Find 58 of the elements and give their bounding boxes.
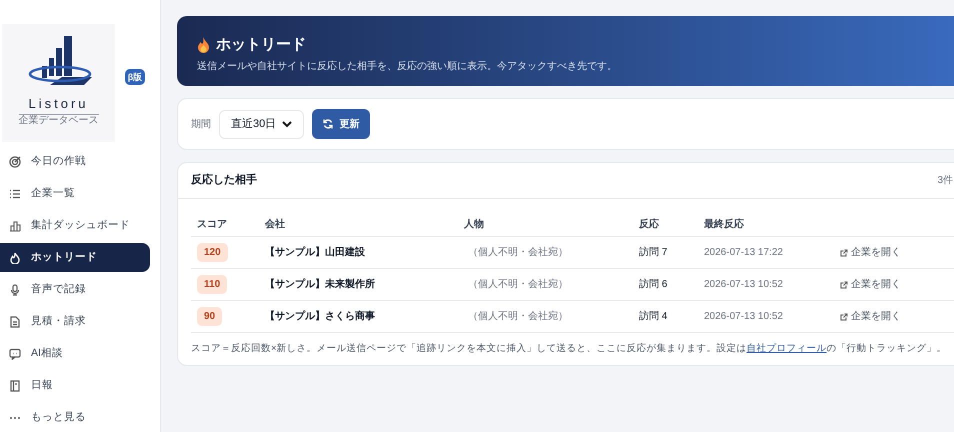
reaction-cell: 訪問 6 <box>639 279 668 290</box>
list-icon <box>9 188 21 200</box>
logo-tagline: 企業データベース <box>18 114 98 126</box>
sidebar-item[interactable]: 企業一覧 <box>0 179 150 208</box>
column-header: 会社 <box>264 218 286 232</box>
sidebar-item[interactable]: 日報 <box>0 371 150 400</box>
reaction-cell: 訪問 4 <box>639 311 668 322</box>
score-badge: 90 <box>197 307 222 326</box>
open-company-link[interactable]: 企業を開く <box>840 309 901 324</box>
result-count: 3件 <box>937 174 953 188</box>
sidebar-item[interactable]: もっと見る <box>0 403 150 432</box>
column-header: 最終反応 <box>703 217 745 232</box>
sidebar-item[interactable]: 見積・請求 <box>0 307 150 336</box>
period-select[interactable]: 直近30日 <box>219 110 304 138</box>
sidebar-item[interactable]: 今日の作戦 <box>0 147 150 176</box>
person-cell-text: （個人不明・会社宛） <box>467 247 568 258</box>
sidebar-item[interactable]: AI相談 <box>0 339 150 368</box>
company-name: 【サンプル】山田建設 <box>265 247 365 258</box>
column-header: スコア <box>196 218 228 232</box>
book-icon <box>9 380 21 392</box>
external-link-icon <box>840 312 848 320</box>
external-link-icon <box>840 280 848 288</box>
timestamp-cell: 2026-07-13 10:52 <box>704 311 783 322</box>
logo-text: Listoru <box>28 95 89 113</box>
company-name: 【サンプル】さくら商事 <box>265 311 375 322</box>
document-icon <box>9 316 21 328</box>
column-header: 反応 <box>638 217 660 232</box>
timestamp-cell: 2026-07-13 17:22 <box>704 247 783 258</box>
person-cell-text: （個人不明・会社宛） <box>467 279 568 290</box>
reaction-cell: 訪問 7 <box>639 247 668 258</box>
open-company-link[interactable]: 企業を開く <box>840 277 901 292</box>
flame-icon <box>9 252 21 264</box>
sidebar-item[interactable]: 集計ダッシュボード <box>0 211 150 240</box>
bar-chart-icon <box>9 220 21 232</box>
profile-link[interactable]: 自社プロフィール <box>746 343 827 354</box>
target-icon <box>9 156 21 168</box>
company-name: 【サンプル】未来製作所 <box>265 279 375 290</box>
microphone-icon <box>9 284 21 296</box>
external-link-icon <box>840 248 848 256</box>
timestamp-cell: 2026-07-13 10:52 <box>704 279 783 290</box>
sidebar-item[interactable]: 音声で記録 <box>0 275 150 304</box>
person-cell-text: （個人不明・会社宛） <box>467 311 568 322</box>
column-header: 人物 <box>462 218 485 232</box>
page-title: ホットリード <box>216 35 306 55</box>
footnote: スコア＝反応回数×新しさ。メール送信ページで「追跡リンクを本文に挿入」して送ると、ここに反応が集まります。設定は 自社プロフィールの「行動トラッキング」。 <box>191 342 948 356</box>
beta-badge: β版 <box>125 69 145 85</box>
score-badge: 120 <box>197 243 228 262</box>
sidebar-item[interactable]: ホットリード <box>0 243 150 272</box>
chat-bubble-icon <box>9 348 21 360</box>
page-subtitle: 送信メールや自社サイトに反応した相手を、反応の強い順に表示。今アタックすべき先です。 <box>197 60 618 74</box>
open-company-link[interactable]: 企業を開く <box>840 245 901 260</box>
score-badge: 110 <box>197 275 228 294</box>
refresh-icon <box>323 119 334 129</box>
refresh-button[interactable]: 更新 <box>312 109 370 139</box>
chevron-down-icon <box>282 120 292 128</box>
card-title: 反応した相手 <box>191 172 257 188</box>
period-label: 期間 <box>191 118 211 132</box>
flame-icon <box>197 37 210 54</box>
